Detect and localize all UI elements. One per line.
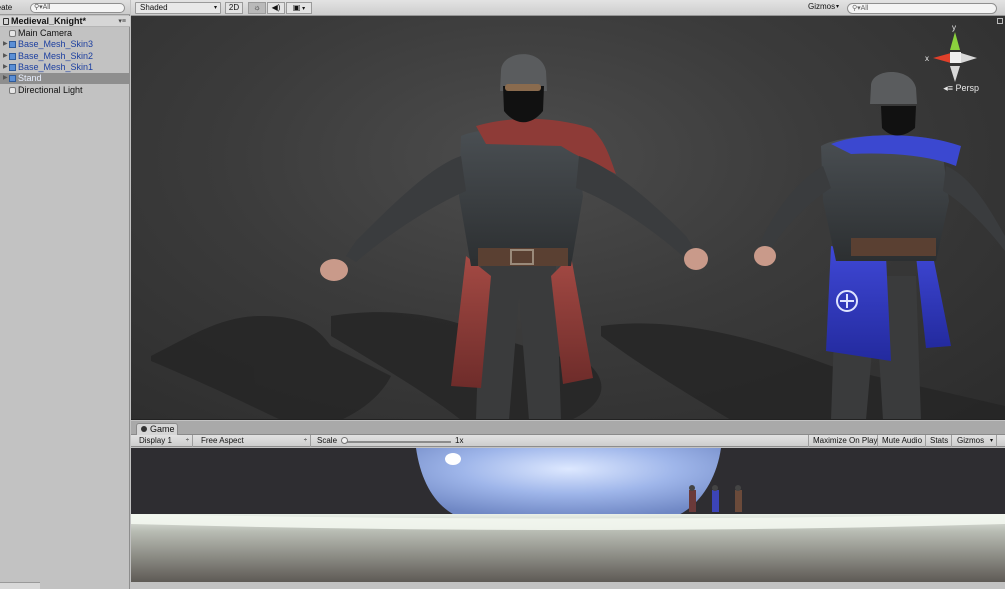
expand-arrow-icon[interactable]: ▶: [3, 51, 8, 62]
search-placeholder: All: [42, 4, 51, 11]
prefab-cube-icon: [9, 64, 16, 71]
dropdown-arrow-icon: ▾: [989, 438, 993, 444]
tab-game[interactable]: Game: [136, 423, 178, 435]
gizmos-dropdown[interactable]: Gizmos ▾: [804, 2, 842, 14]
sun-icon: ☼: [253, 3, 261, 12]
hierarchy-item-base-mesh-skin2[interactable]: ▶ Base_Mesh_Skin2: [0, 51, 130, 62]
scene-name: Medieval_Knight*: [11, 16, 87, 26]
dropdown-arrow-icon: ÷: [185, 438, 189, 444]
hierarchy-item-main-camera[interactable]: Main Camera: [0, 28, 130, 39]
prefab-cube-icon: [9, 75, 16, 82]
scene-toolbar: Shaded ▾ 2D ☼ ◀) ▣ ▾ Gizmos ▾ ⚲▾All: [131, 0, 1005, 16]
hierarchy-item-directional-light[interactable]: Directional Light: [0, 85, 130, 96]
search-icon: ⚲▾: [34, 4, 43, 11]
game-tab-bar: Game: [131, 421, 1005, 435]
scene-audio-toggle[interactable]: ◀): [267, 2, 285, 14]
dropdown-arrow-icon: ÷: [303, 438, 307, 444]
scale-label: Scale: [317, 436, 338, 445]
maximize-on-play-toggle[interactable]: Maximize On Play: [808, 435, 878, 447]
scale-value: 1x: [455, 436, 464, 445]
expand-arrow-icon[interactable]: ▶: [3, 62, 8, 73]
hierarchy-panel: reate ⚲▾All Medieval_Knight* ▾≡ Main Cam…: [0, 0, 130, 589]
shading-mode-label: Shaded: [140, 3, 168, 12]
mute-audio-toggle[interactable]: Mute Audio: [878, 435, 926, 447]
scene-effects-dropdown[interactable]: ▣ ▾: [286, 2, 312, 14]
projection-label[interactable]: ◂≡ Persp: [943, 83, 979, 94]
expand-arrow-icon[interactable]: ▶: [3, 39, 8, 50]
scale-slider-knob[interactable]: [341, 437, 348, 444]
gameobject-icon: [9, 30, 16, 37]
search-placeholder: All: [860, 5, 869, 12]
dropdown-arrow-icon: ▾: [300, 6, 306, 12]
hierarchy-item-label: Base_Mesh_Skin2: [18, 51, 94, 61]
hierarchy-item-label: Main Camera: [18, 28, 73, 38]
prefab-cube-icon: [9, 41, 16, 48]
scene-header-row[interactable]: Medieval_Knight* ▾≡: [0, 16, 130, 27]
hierarchy-item-base-mesh-skin1[interactable]: ▶ Base_Mesh_Skin1: [0, 62, 130, 73]
stats-toggle[interactable]: Stats: [926, 435, 952, 447]
prefab-cube-icon: [9, 53, 16, 60]
game-render: [131, 448, 1005, 582]
expand-arrow-icon[interactable]: ▶: [3, 73, 8, 84]
scene-viewport[interactable]: y x ◂≡ Persp: [131, 16, 1005, 420]
game-toolbar: Display 1 ÷ Free Aspect ÷ Scale 1x Maximiz…: [131, 435, 1005, 447]
scene-lighting-toggle[interactable]: ☼: [248, 2, 266, 14]
hierarchy-item-label: Stand: [18, 73, 42, 83]
aspect-dropdown[interactable]: Free Aspect ÷: [197, 435, 311, 447]
game-controller-icon: [141, 426, 147, 432]
scene-menu-icon[interactable]: ▾≡: [118, 16, 126, 27]
lock-icon[interactable]: [997, 18, 1003, 24]
scene-search-input[interactable]: ⚲▾All: [847, 3, 997, 14]
scene-render: [151, 54, 1005, 419]
dropdown-arrow-icon: ▾: [835, 4, 839, 10]
create-button[interactable]: reate: [0, 3, 12, 12]
hierarchy-item-base-mesh-skin3[interactable]: ▶ Base_Mesh_Skin3: [0, 39, 130, 50]
gizmos-label: Gizmos: [808, 2, 836, 11]
svg-text:x: x: [925, 54, 929, 63]
game-gizmos-dropdown[interactable]: Gizmos ▾: [953, 435, 997, 447]
hierarchy-search-input[interactable]: ⚲▾All: [30, 3, 125, 13]
hierarchy-item-label: Directional Light: [18, 85, 83, 95]
unity-scene-icon: [3, 18, 9, 25]
hierarchy-bottom-tab: [0, 582, 40, 589]
shading-mode-dropdown[interactable]: Shaded ▾: [135, 2, 221, 14]
game-viewport[interactable]: [131, 448, 1005, 582]
dropdown-arrow-icon: ▾: [213, 5, 217, 11]
hierarchy-toolbar: reate ⚲▾All: [0, 0, 130, 15]
unity-editor-window: reate ⚲▾All Medieval_Knight* ▾≡ Main Cam…: [0, 0, 1005, 589]
persp-icon: ◂≡: [943, 83, 956, 93]
toggle-2d-button[interactable]: 2D: [225, 2, 243, 14]
speaker-icon: ◀): [271, 3, 281, 12]
gameobject-icon: [9, 87, 16, 94]
svg-text:y: y: [952, 23, 956, 32]
scale-slider-track[interactable]: [343, 441, 451, 443]
hierarchy-item-label: Base_Mesh_Skin1: [18, 62, 94, 72]
search-icon: ⚲▾: [852, 5, 861, 12]
hierarchy-item-stand[interactable]: ▶ Stand: [0, 73, 130, 84]
hierarchy-item-label: Base_Mesh_Skin3: [18, 39, 94, 49]
display-dropdown[interactable]: Display 1 ÷: [135, 435, 193, 447]
